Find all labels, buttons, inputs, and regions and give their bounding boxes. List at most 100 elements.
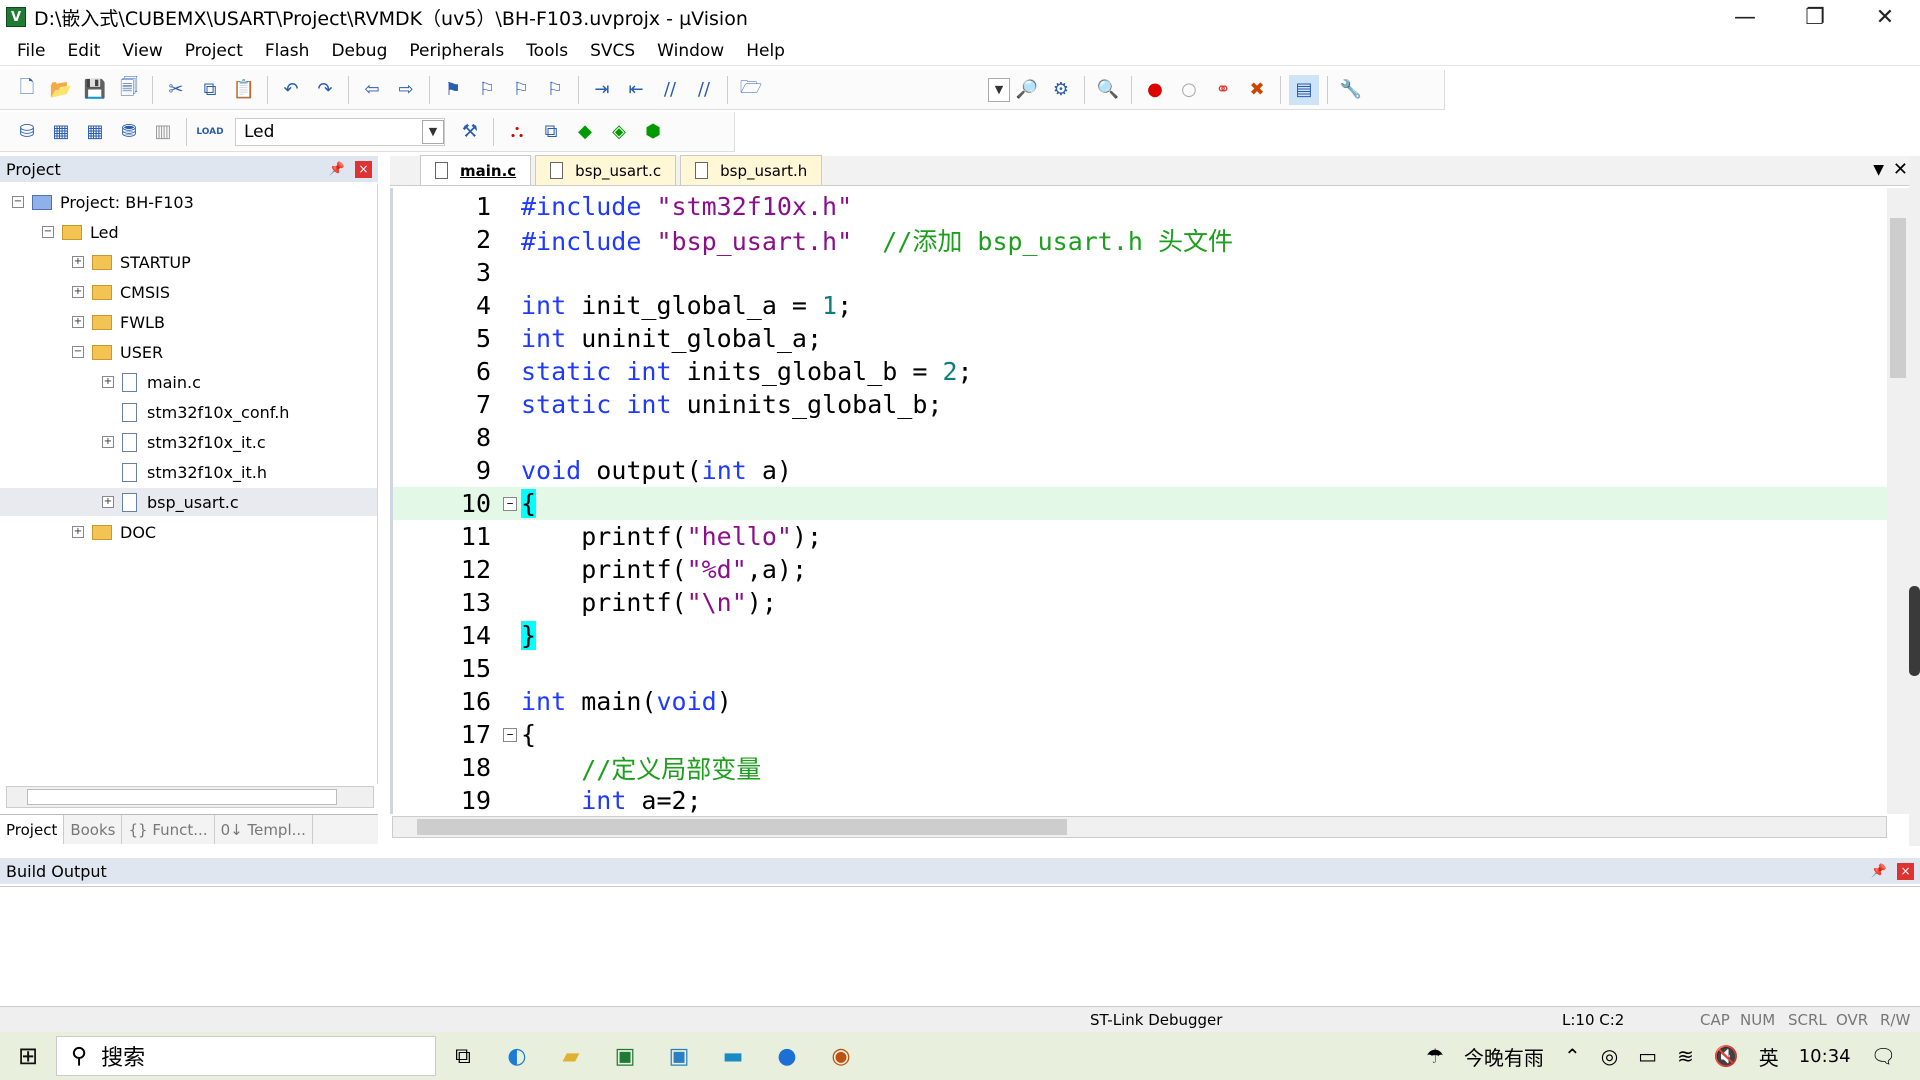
weather-icon[interactable]: ☂	[1426, 1044, 1444, 1068]
code-editor[interactable]: 1 #include "stm32f10x.h" 2 #include "bsp_us…	[390, 188, 1887, 814]
keil-taskbar-icon[interactable]: ▣	[598, 1032, 652, 1080]
target-options-icon[interactable]: ⚒	[455, 117, 485, 147]
next-bookmark-icon[interactable]: ⚐	[506, 75, 536, 105]
task-view-icon[interactable]: ⧉	[436, 1032, 490, 1080]
code-line[interactable]: 12 printf("%d",a);	[393, 553, 1887, 586]
editor-tab[interactable]: bsp_usart.h	[680, 155, 823, 185]
indent-icon[interactable]: ⇥	[587, 75, 617, 105]
configure-icon[interactable]: 🔧	[1336, 75, 1366, 105]
target-select[interactable]: Led ▼	[235, 117, 445, 146]
download-icon[interactable]: LOAD	[195, 117, 225, 147]
project-horizontal-scrollbar[interactable]	[6, 786, 374, 808]
build-icon[interactable]: ▦	[46, 117, 76, 147]
editor-horizontal-scrollbar[interactable]	[392, 816, 1887, 838]
code-line[interactable]: 18 //定义局部变量	[393, 751, 1887, 784]
tree-item[interactable]: + stm32f10x_it.c	[0, 428, 377, 456]
window-layout-icon[interactable]: ▤	[1289, 74, 1319, 105]
pin-icon[interactable]: 📌	[1871, 864, 1887, 879]
tray-expand-icon[interactable]: ⌃	[1564, 1044, 1581, 1068]
notification-icon[interactable]: 🗨	[1871, 1044, 1896, 1068]
expand-toggle-icon[interactable]: +	[72, 526, 84, 538]
tree-item[interactable]: + main.c	[0, 368, 377, 396]
manage-project-items-icon[interactable]: ⛬	[502, 117, 532, 147]
cut-icon[interactable]: ✂	[161, 75, 191, 105]
tree-item[interactable]: stm32f10x_conf.h	[0, 398, 377, 426]
expand-toggle-icon[interactable]: −	[42, 226, 54, 238]
tree-item[interactable]: stm32f10x_it.h	[0, 458, 377, 486]
windows-start-icon[interactable]: ⊞	[0, 1032, 56, 1080]
weather-text[interactable]: 今晚有雨	[1464, 1042, 1544, 1071]
expand-toggle-icon[interactable]: +	[102, 376, 114, 388]
expand-toggle-icon[interactable]: +	[72, 256, 84, 268]
expand-toggle-icon[interactable]: +	[102, 436, 114, 448]
wifi-icon[interactable]: ≋	[1677, 1044, 1694, 1068]
menu-flash[interactable]: Flash	[254, 36, 321, 66]
tree-item[interactable]: − Led	[0, 218, 377, 246]
fold-toggle-icon[interactable]: −	[503, 727, 517, 742]
panel-tab[interactable]: {} Funct...	[122, 815, 215, 844]
code-line[interactable]: 1 #include "stm32f10x.h"	[393, 190, 1887, 223]
kill-all-breakpoints-icon[interactable]: ✖	[1242, 75, 1272, 105]
translate-icon[interactable]: ⛁	[12, 117, 42, 147]
ime-indicator[interactable]: 英	[1759, 1042, 1779, 1071]
code-line[interactable]: 9 void output(int a)	[393, 454, 1887, 487]
save-icon[interactable]: 💾	[80, 75, 110, 105]
battery-icon[interactable]: ▭	[1638, 1044, 1657, 1068]
navigate-forward-icon[interactable]: ⇨	[391, 75, 421, 105]
disable-breakpoint-icon[interactable]: ○	[1174, 75, 1204, 105]
tree-item[interactable]: + DOC	[0, 518, 377, 546]
find-in-files-icon[interactable]: 🗁	[736, 75, 766, 105]
uncomment-icon[interactable]: //	[689, 75, 719, 105]
code-line[interactable]: 3	[393, 256, 1887, 289]
tree-item[interactable]: + CMSIS	[0, 278, 377, 306]
close-panel-icon[interactable]: ×	[1897, 862, 1914, 880]
stop-build-icon[interactable]: ▥	[148, 117, 178, 147]
code-line[interactable]: 10−{	[393, 487, 1887, 520]
edge-browser-icon[interactable]: ◐	[490, 1032, 544, 1080]
find-dropdown-arrow-icon[interactable]: ▼	[988, 77, 1010, 102]
editor-tab[interactable]: bsp_usart.c	[535, 155, 677, 185]
disable-all-breakpoints-icon[interactable]: ⚭	[1208, 75, 1238, 105]
expand-toggle-icon[interactable]: +	[102, 496, 114, 508]
expand-toggle-icon[interactable]: +	[72, 286, 84, 298]
incremental-find-icon[interactable]: ⚙	[1046, 75, 1076, 105]
code-line[interactable]: 17−{	[393, 718, 1887, 751]
open-folder-icon[interactable]: 📂	[46, 75, 76, 105]
prev-bookmark-icon[interactable]: ⚐	[472, 75, 502, 105]
code-line[interactable]: 2 #include "bsp_usart.h" //添加 bsp_usart.h…	[393, 223, 1887, 256]
find-icon[interactable]: 🔎	[1012, 75, 1042, 105]
close-button[interactable]: ✕	[1850, 0, 1920, 34]
rebuild-icon[interactable]: ▦	[80, 117, 110, 147]
clear-bookmarks-icon[interactable]: ⚐	[540, 75, 570, 105]
volume-muted-icon[interactable]: 🔇	[1714, 1044, 1739, 1068]
panel-tab[interactable]: 0↓ Templ...	[215, 815, 313, 844]
code-line[interactable]: 16 int main(void)	[393, 685, 1887, 718]
select-packs-icon[interactable]: ⧉	[536, 117, 566, 147]
debug-session-icon[interactable]: 🔍	[1093, 75, 1123, 105]
comment-icon[interactable]: //	[655, 75, 685, 105]
batch-build-icon[interactable]: ⛃	[114, 117, 144, 147]
taskbar-search[interactable]: ⚲ 搜索	[56, 1036, 436, 1076]
copy-icon[interactable]: ⧉	[195, 75, 225, 105]
manage-rte-icon[interactable]: ◈	[604, 117, 634, 147]
menu-help[interactable]: Help	[735, 36, 796, 66]
tree-item[interactable]: + STARTUP	[0, 248, 377, 276]
code-line[interactable]: 7 static int uninits_global_b;	[393, 388, 1887, 421]
undo-icon[interactable]: ↶	[276, 75, 306, 105]
menu-tools[interactable]: Tools	[515, 36, 579, 66]
code-line[interactable]: 4 int init_global_a = 1;	[393, 289, 1887, 322]
pack-installer-icon[interactable]: ◆	[570, 117, 600, 147]
close-editor-icon[interactable]: ✕	[1893, 159, 1908, 180]
rte-icon[interactable]: ⬢	[638, 117, 668, 147]
bookmark-icon[interactable]: ⚑	[438, 75, 468, 105]
tree-item[interactable]: + FWLB	[0, 308, 377, 336]
expand-toggle-icon[interactable]: +	[72, 316, 84, 328]
file-explorer-icon[interactable]: ▰	[544, 1032, 598, 1080]
breakpoint-icon[interactable]: ●	[1140, 75, 1170, 105]
editor-tab[interactable]: main.c	[420, 155, 532, 185]
restore-button[interactable]: ❐	[1780, 0, 1850, 34]
code-line[interactable]: 15	[393, 652, 1887, 685]
browser-taskbar-icon[interactable]: ◉	[814, 1032, 868, 1080]
close-panel-icon[interactable]: ×	[355, 160, 372, 178]
terminal-taskbar-icon[interactable]: ▬	[706, 1032, 760, 1080]
